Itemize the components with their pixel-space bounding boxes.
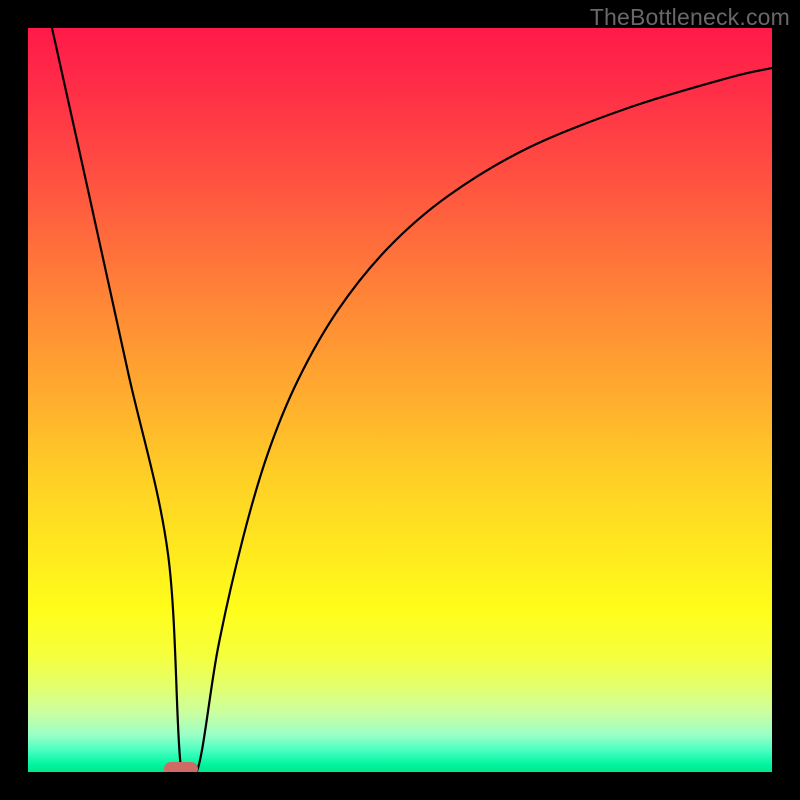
plot-area [28,28,772,772]
chart-frame: TheBottleneck.com [0,0,800,800]
optimal-marker [164,762,198,772]
bottleneck-curve [28,28,772,772]
watermark-text: TheBottleneck.com [590,4,790,31]
